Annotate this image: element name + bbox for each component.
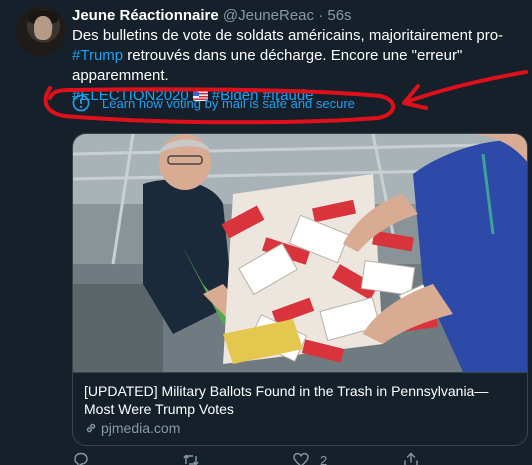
card-image[interactable] bbox=[73, 134, 528, 372]
card-domain[interactable]: pjmedia.com bbox=[84, 420, 518, 436]
hashtag-trump[interactable]: #Trump bbox=[72, 47, 123, 64]
heart-icon bbox=[293, 452, 309, 465]
notice-text[interactable]: Learn how voting by mail is safe and sec… bbox=[102, 96, 355, 111]
tweet-actions: 2 bbox=[72, 451, 512, 465]
avatar[interactable] bbox=[16, 6, 66, 56]
card-meta[interactable]: [UPDATED] Military Ballots Found in the … bbox=[73, 372, 527, 445]
voting-info-notice[interactable]: Learn how voting by mail is safe and sec… bbox=[72, 90, 355, 116]
reply-icon bbox=[74, 452, 88, 465]
tweet-text-part2: retrouvés dans une décharge. Encore une … bbox=[72, 47, 463, 84]
timestamp[interactable]: 56s bbox=[327, 7, 351, 24]
retweet-icon bbox=[183, 454, 199, 465]
link-icon bbox=[86, 423, 96, 433]
avatar-face bbox=[34, 16, 52, 40]
like-count: 2 bbox=[320, 452, 328, 465]
share-icon bbox=[404, 452, 418, 465]
like-button[interactable]: 2 bbox=[292, 451, 402, 465]
share-button[interactable] bbox=[402, 451, 512, 465]
info-icon bbox=[72, 94, 90, 112]
link-card[interactable]: [UPDATED] Military Ballots Found in the … bbox=[72, 133, 528, 446]
tweet-text-part1: Des bulletins de vote de soldats américa… bbox=[72, 27, 504, 44]
tweet-header: Jeune Réactionnaire @JeuneReac · 56s bbox=[72, 6, 352, 26]
handle[interactable]: @JeuneReac bbox=[223, 7, 314, 24]
retweet-button[interactable] bbox=[182, 451, 292, 465]
reply-button[interactable] bbox=[72, 451, 182, 465]
separator-dot: · bbox=[318, 7, 324, 24]
card-title[interactable]: [UPDATED] Military Ballots Found in the … bbox=[84, 382, 518, 418]
card-domain-text: pjmedia.com bbox=[101, 420, 181, 436]
display-name[interactable]: Jeune Réactionnaire bbox=[72, 7, 219, 24]
